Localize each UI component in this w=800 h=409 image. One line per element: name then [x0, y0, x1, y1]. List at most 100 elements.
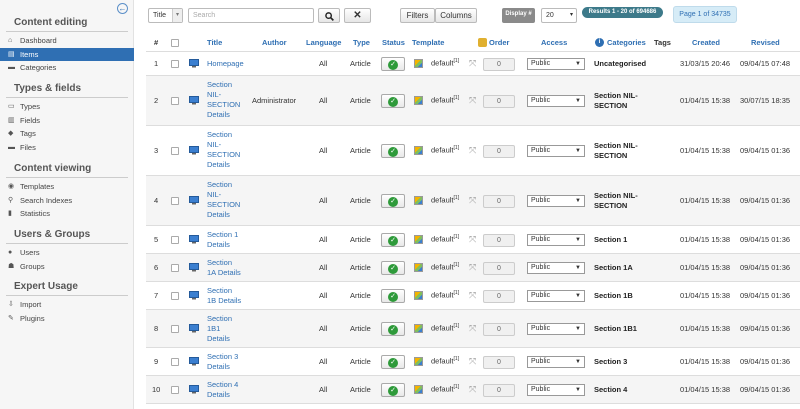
filter-field-select[interactable]: Title ▾: [148, 8, 183, 23]
columns-button[interactable]: Columns: [435, 8, 477, 23]
col-created[interactable]: Created: [692, 38, 720, 47]
row-checkbox[interactable]: [171, 263, 179, 272]
col-title[interactable]: Title: [207, 38, 222, 47]
search-input[interactable]: Search: [188, 8, 314, 23]
col-type[interactable]: Type: [353, 38, 370, 47]
access-select[interactable]: Public ▼: [527, 233, 585, 246]
filters-button[interactable]: Filters: [400, 8, 435, 23]
item-title-link[interactable]: Section 1B1 Details: [207, 314, 232, 344]
drag-handle-icon[interactable]: ⤧: [469, 356, 476, 367]
template-icon[interactable]: [414, 290, 423, 300]
order-input[interactable]: 0: [483, 58, 515, 71]
sidebar-item-items[interactable]: ▤ Items: [0, 47, 134, 61]
status-toggle[interactable]: ✓: [381, 93, 405, 108]
item-title-link[interactable]: Section 1A Details: [207, 258, 241, 278]
row-checkbox[interactable]: [171, 196, 179, 205]
status-toggle[interactable]: ✓: [381, 232, 405, 247]
row-checkbox[interactable]: [171, 385, 179, 394]
status-toggle[interactable]: ✓: [381, 382, 405, 397]
item-title-link[interactable]: Section NIL- SECTION Details: [207, 80, 240, 120]
col-author[interactable]: Author: [262, 38, 287, 47]
col-language[interactable]: Language: [306, 38, 341, 47]
col-categories[interactable]: Categories: [607, 38, 646, 47]
access-select[interactable]: Public ▼: [527, 355, 585, 368]
sidebar-item-groups[interactable]: ☗ Groups: [0, 260, 134, 274]
drag-handle-icon[interactable]: ⤧: [469, 234, 476, 245]
template-icon[interactable]: [414, 195, 423, 205]
info-icon[interactable]: i: [595, 38, 604, 47]
sidebar-item-categories[interactable]: ▬ Categories: [0, 61, 134, 75]
status-toggle[interactable]: ✓: [381, 321, 405, 336]
select-all-checkbox[interactable]: [171, 39, 179, 47]
drag-handle-icon[interactable]: ⤧: [469, 384, 476, 395]
order-input[interactable]: 0: [483, 355, 515, 369]
template-icon[interactable]: [414, 384, 423, 394]
row-checkbox[interactable]: [171, 324, 179, 333]
sidebar-item-fields[interactable]: ▥ Fields: [0, 114, 134, 128]
status-toggle[interactable]: ✓: [381, 288, 405, 303]
access-select[interactable]: Public ▼: [527, 94, 585, 107]
item-title-link[interactable]: Section 4 Details: [207, 380, 238, 400]
sidebar-item-tags[interactable]: ◆ Tags: [0, 127, 134, 141]
status-toggle[interactable]: ✓: [381, 354, 405, 369]
access-select[interactable]: Public ▼: [527, 58, 585, 70]
sidebar-item-import[interactable]: ⇩ Import: [0, 298, 134, 312]
template-icon[interactable]: [414, 59, 423, 68]
order-input[interactable]: 0: [483, 233, 515, 247]
template-icon[interactable]: [414, 95, 423, 105]
row-checkbox[interactable]: [171, 235, 179, 244]
arrow-left-circle-icon[interactable]: ←: [117, 3, 128, 14]
access-select[interactable]: Public ▼: [527, 261, 585, 274]
col-access[interactable]: Access: [541, 38, 567, 47]
limit-select[interactable]: 20 ▾: [541, 8, 577, 23]
row-checkbox[interactable]: [171, 357, 179, 366]
sidebar-item-templates[interactable]: ◉ Templates: [0, 180, 134, 194]
order-save-icon[interactable]: [478, 38, 487, 47]
order-input[interactable]: 0: [483, 144, 515, 158]
drag-handle-icon[interactable]: ⤧: [469, 95, 476, 106]
access-select[interactable]: Public ▼: [527, 144, 585, 157]
order-input[interactable]: 0: [483, 289, 515, 303]
item-title-link[interactable]: Homepage: [207, 59, 244, 69]
order-input[interactable]: 0: [483, 94, 515, 108]
access-select[interactable]: Public ▼: [527, 194, 585, 207]
order-input[interactable]: 0: [483, 261, 515, 275]
item-title-link[interactable]: Section NIL- SECTION Details: [207, 130, 240, 170]
template-icon[interactable]: [414, 262, 423, 272]
item-title-link[interactable]: Section 1 Details: [207, 230, 238, 250]
search-button[interactable]: [318, 8, 340, 23]
col-template[interactable]: Template: [412, 38, 444, 47]
order-input[interactable]: 0: [483, 194, 515, 208]
row-checkbox[interactable]: [171, 96, 179, 105]
col-order[interactable]: Order: [489, 38, 509, 47]
row-checkbox[interactable]: [171, 60, 179, 68]
template-icon[interactable]: [414, 234, 423, 244]
row-checkbox[interactable]: [171, 146, 179, 155]
drag-handle-icon[interactable]: ⤧: [469, 195, 476, 206]
item-title-link[interactable]: Section 3 Details: [207, 352, 238, 372]
item-title-link[interactable]: Section 1B Details: [207, 286, 241, 306]
sidebar-item-users[interactable]: ● Users: [0, 246, 134, 260]
template-icon[interactable]: [414, 323, 423, 333]
drag-handle-icon[interactable]: ⤧: [469, 58, 476, 69]
sidebar-item-statistics[interactable]: ▮ Statistics: [0, 207, 134, 221]
access-select[interactable]: Public ▼: [527, 289, 585, 302]
order-input[interactable]: 0: [483, 322, 515, 336]
sidebar-item-dashboard[interactable]: ⌂ Dashboard: [0, 34, 134, 48]
item-title-link[interactable]: Section NIL- SECTION Details: [207, 180, 240, 220]
template-icon[interactable]: [414, 145, 423, 155]
access-select[interactable]: Public ▼: [527, 383, 585, 396]
drag-handle-icon[interactable]: ⤧: [469, 262, 476, 273]
status-toggle[interactable]: ✓: [381, 260, 405, 275]
sidebar-item-files[interactable]: ▬ Files: [0, 141, 134, 155]
sidebar-item-plugins[interactable]: ✎ Plugins: [0, 312, 134, 326]
status-toggle[interactable]: ✓: [381, 143, 405, 158]
sidebar-item-types[interactable]: ▭ Types: [0, 100, 134, 114]
access-select[interactable]: Public ▼: [527, 322, 585, 335]
template-icon[interactable]: [414, 356, 423, 366]
clear-search-button[interactable]: ✕: [344, 8, 371, 23]
col-revised[interactable]: Revised: [751, 38, 780, 47]
drag-handle-icon[interactable]: ⤧: [469, 145, 476, 156]
drag-handle-icon[interactable]: ⤧: [469, 323, 476, 334]
status-toggle[interactable]: ✓: [381, 57, 405, 71]
